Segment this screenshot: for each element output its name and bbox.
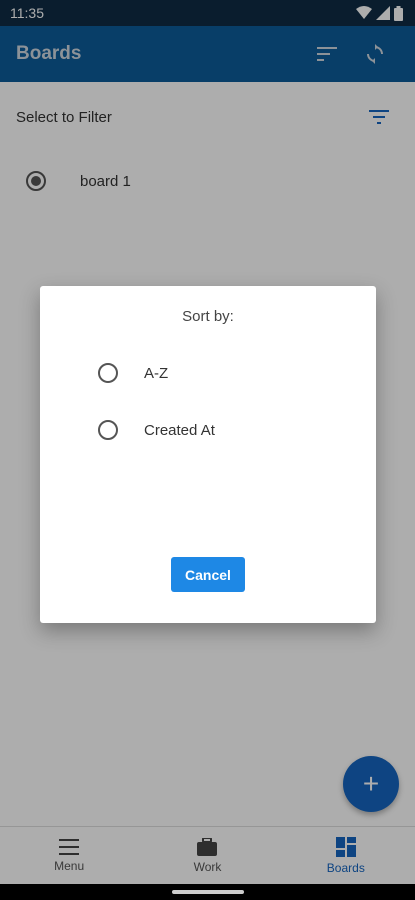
sort-dialog: Sort by: A-Z Created At Cancel — [40, 286, 376, 623]
home-indicator[interactable] — [171, 890, 244, 894]
cancel-button[interactable]: Cancel — [171, 557, 245, 592]
dialog-title: Sort by: — [182, 308, 234, 325]
sort-az-radio[interactable] — [98, 363, 118, 383]
gesture-bar — [0, 884, 415, 900]
sort-created-at-radio[interactable] — [98, 420, 118, 440]
sort-option-created-at[interactable]: Created At — [98, 420, 215, 440]
sort-created-at-label: Created At — [144, 421, 215, 439]
sort-option-az[interactable]: A-Z — [98, 363, 168, 383]
sort-az-label: A-Z — [144, 364, 169, 382]
